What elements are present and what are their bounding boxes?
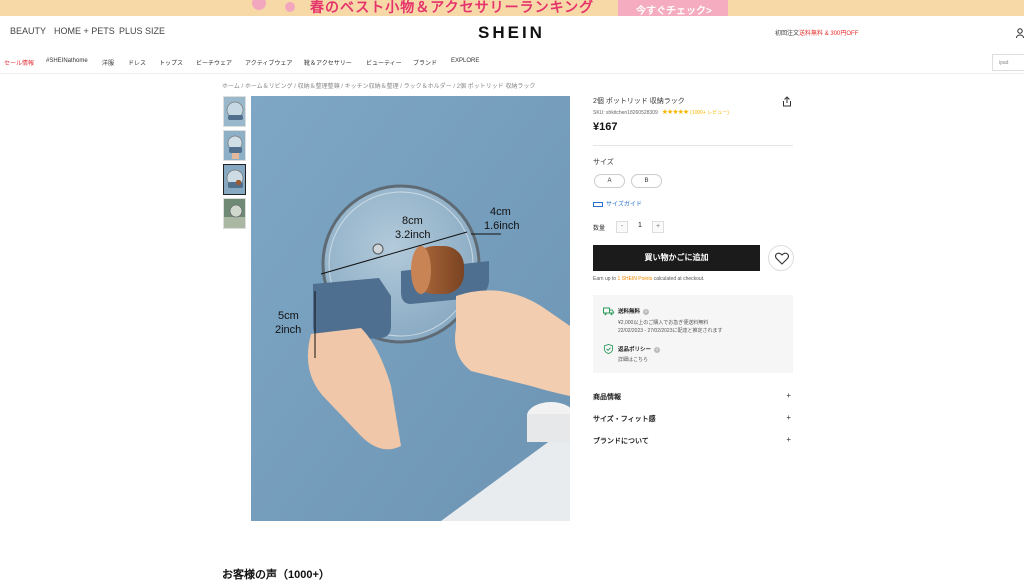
dimension-height-cm: 5cm bbox=[278, 310, 299, 322]
thumbnail-1[interactable] bbox=[223, 96, 246, 127]
thumbnail-image bbox=[224, 97, 245, 126]
product-price: ¥167 bbox=[593, 121, 618, 133]
points-value: 1 SHEIN Points bbox=[617, 276, 653, 282]
promo-prefix: 初回注文 bbox=[775, 31, 800, 37]
accordion-product-info[interactable]: 商品情報 + bbox=[593, 388, 793, 408]
ruler-icon bbox=[593, 201, 603, 207]
divider bbox=[593, 145, 793, 146]
info-icon[interactable]: ? bbox=[654, 346, 661, 353]
size-guide-label: サイズガイド bbox=[606, 202, 642, 208]
nav-item-explore[interactable]: EXPLORE bbox=[451, 58, 479, 64]
nav-item-sale[interactable]: セール情報 bbox=[4, 58, 34, 67]
delivery-estimate: 22/02/2023 - 27/02/2023に配達と推定されます bbox=[618, 328, 723, 334]
thumbnail-image bbox=[224, 199, 245, 228]
shipping-info-box: 送料無料? ¥2,000以上のご購入でお急ぎ便送料無料 22/02/2023 -… bbox=[593, 295, 793, 373]
sku-rating-row: SKU: shkitchen18260528309 ★★★★★ (1000+ レビュ… bbox=[593, 108, 729, 116]
nav-item-tops[interactable]: トップス bbox=[159, 58, 183, 67]
accordion-size-fit[interactable]: サイズ・フィット感 + bbox=[593, 410, 793, 430]
dimension-depth-cm: 4cm bbox=[490, 206, 511, 218]
accordion-label: サイズ・フィット感 bbox=[593, 416, 656, 423]
nav-item-dresses[interactable]: ドレス bbox=[128, 58, 146, 67]
nav-item-activewear[interactable]: アクティブウェア bbox=[245, 58, 292, 67]
search-input[interactable]: ipad bbox=[992, 54, 1024, 71]
size-option-b[interactable]: B bbox=[631, 174, 662, 188]
thumbnail-4[interactable] bbox=[223, 198, 246, 229]
size-guide-link[interactable]: サイズガイド bbox=[593, 199, 642, 208]
nav-item-beachwear[interactable]: ビーチウェア bbox=[196, 58, 232, 67]
size-label: サイズ bbox=[593, 159, 614, 166]
breadcrumb[interactable]: ホーム / ホーム＆リビング / 収納＆整理整頓 / キッチン収納＆整理 / ラ… bbox=[222, 81, 535, 90]
nav-item-shoes-accessories[interactable]: 靴＆アクセサリー bbox=[304, 58, 352, 67]
expand-plus-icon: + bbox=[786, 391, 791, 400]
add-to-cart-button[interactable]: 買い物かごに追加 bbox=[593, 245, 760, 271]
thumbnail-3-selected[interactable] bbox=[223, 164, 246, 195]
user-icon[interactable] bbox=[1016, 28, 1024, 38]
shein-logo[interactable]: SHEIN bbox=[478, 23, 545, 43]
dimension-height-inch: 2inch bbox=[275, 324, 302, 336]
rating-stars-icon: ★★★★★ bbox=[661, 109, 689, 116]
free-shipping-title[interactable]: 送料無料? bbox=[618, 307, 650, 315]
dimension-depth-inch: 1.6inch bbox=[484, 220, 520, 232]
category-plus-size[interactable]: PLUS SIZE bbox=[119, 26, 165, 36]
info-icon[interactable]: ? bbox=[643, 308, 650, 315]
nav-item-beauty[interactable]: ビューティー bbox=[366, 58, 402, 67]
thumbnail-image bbox=[224, 131, 245, 160]
thumbnail-2[interactable] bbox=[223, 130, 246, 161]
quantity-value[interactable]: 1 bbox=[634, 222, 646, 229]
expand-plus-icon: + bbox=[786, 413, 791, 422]
free-shipping-condition: ¥2,000以上のご購入でお急ぎ便送料無料 bbox=[618, 320, 709, 326]
return-policy-title[interactable]: 返品ポリシー? bbox=[618, 345, 661, 353]
nav-item-clothing[interactable]: 洋服 bbox=[102, 58, 114, 67]
quantity-increase-button[interactable]: + bbox=[652, 221, 664, 233]
free-shipping-label: 送料無料 bbox=[618, 309, 641, 315]
points-info: Earn up to 1 SHEIN Points calculated at … bbox=[593, 276, 704, 282]
share-icon[interactable] bbox=[782, 96, 792, 107]
points-prefix: Earn up to bbox=[593, 276, 618, 282]
size-option-a[interactable]: A bbox=[594, 174, 625, 188]
flower-icon bbox=[252, 0, 266, 10]
review-count-link[interactable]: (1000+ レビュー) bbox=[690, 110, 729, 116]
quantity-decrease-button[interactable]: - bbox=[616, 221, 628, 233]
first-order-promo[interactable]: 初回注文送料無料 & 300円OFF bbox=[775, 28, 858, 37]
product-main-image[interactable]: 8cm 3.2inch 4cm 1.6inch 5cm 2inch bbox=[251, 96, 570, 521]
sku-label: SKU: shkitchen18260528309 bbox=[593, 110, 658, 116]
promo-discount: 300円OFF bbox=[830, 31, 859, 37]
accordion-brand[interactable]: ブランドについて + bbox=[593, 432, 793, 452]
accordion-label: ブランドについて bbox=[593, 438, 649, 445]
return-policy-details-link[interactable]: 詳細はこちら bbox=[618, 356, 648, 363]
banner-text: 春のベスト小物＆アクセサリーランキング bbox=[310, 0, 595, 15]
top-header: BEAUTY HOME + PETS PLUS SIZE SHEIN 初回注文送… bbox=[0, 16, 1024, 50]
nav-item-brands[interactable]: ブランド bbox=[413, 58, 437, 67]
dimension-width-inch: 3.2inch bbox=[395, 229, 431, 241]
points-suffix: calculated at checkout. bbox=[652, 276, 705, 282]
shield-check-icon bbox=[603, 344, 614, 354]
thumbnail-image bbox=[224, 165, 245, 194]
nav-item-sheinathome[interactable]: #SHEINathome bbox=[46, 58, 88, 64]
return-policy-label: 返品ポリシー bbox=[618, 347, 652, 353]
category-home-pets[interactable]: HOME + PETS bbox=[54, 26, 115, 36]
promo-free-shipping: 送料無料 bbox=[799, 31, 824, 37]
banner-check-button[interactable]: 今すぐチェック> bbox=[618, 0, 728, 16]
product-title: 2個 ポットリッド 収納ラック bbox=[593, 98, 685, 105]
search-placeholder: ipad bbox=[999, 60, 1009, 66]
product-photo bbox=[251, 96, 570, 521]
promo-banner[interactable]: 春のベスト小物＆アクセサリーランキング 今すぐチェック> bbox=[0, 0, 1024, 16]
wishlist-button[interactable] bbox=[768, 245, 794, 271]
reviews-heading: お客様の声（1000+） bbox=[222, 569, 330, 581]
category-beauty[interactable]: BEAUTY bbox=[10, 26, 46, 36]
dimension-width-cm: 8cm bbox=[402, 215, 423, 227]
expand-plus-icon: + bbox=[786, 435, 791, 444]
category-nav: セール情報 #SHEINathome 洋服 ドレス トップス ビーチウェア アク… bbox=[0, 50, 1024, 74]
quantity-label: 数量 bbox=[593, 226, 606, 232]
truck-icon bbox=[603, 307, 614, 316]
accordion-label: 商品情報 bbox=[593, 394, 621, 401]
flower-icon bbox=[285, 2, 295, 12]
heart-icon bbox=[774, 252, 790, 265]
